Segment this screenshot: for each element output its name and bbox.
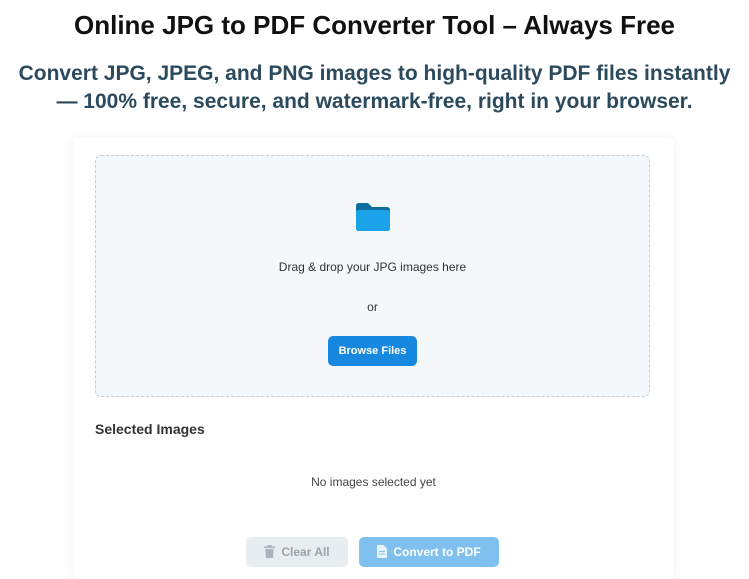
convert-to-pdf-button[interactable]: Convert to PDF <box>359 537 499 567</box>
clear-all-label: Clear All <box>281 545 330 559</box>
dropzone-instruction: Drag & drop your JPG images here <box>278 260 467 274</box>
document-icon <box>377 545 388 559</box>
selected-images-title: Selected Images <box>95 421 205 437</box>
dropzone[interactable]: Drag & drop your JPG images here or Brow… <box>95 155 650 397</box>
convert-to-pdf-label: Convert to PDF <box>393 545 481 559</box>
page-title: Online JPG to PDF Converter Tool – Alway… <box>73 10 676 40</box>
dropzone-or: or <box>367 300 378 314</box>
clear-all-button[interactable]: Clear All <box>246 537 348 567</box>
trash-icon <box>264 545 276 559</box>
page-subtitle: Convert JPG, JPEG, and PNG images to hig… <box>18 62 731 113</box>
folder-icon <box>356 203 390 231</box>
converter-card: Drag & drop your JPG images here or Brow… <box>73 138 674 579</box>
empty-state-text: No images selected yet <box>311 475 436 489</box>
browse-files-button[interactable]: Browse Files <box>328 336 417 366</box>
